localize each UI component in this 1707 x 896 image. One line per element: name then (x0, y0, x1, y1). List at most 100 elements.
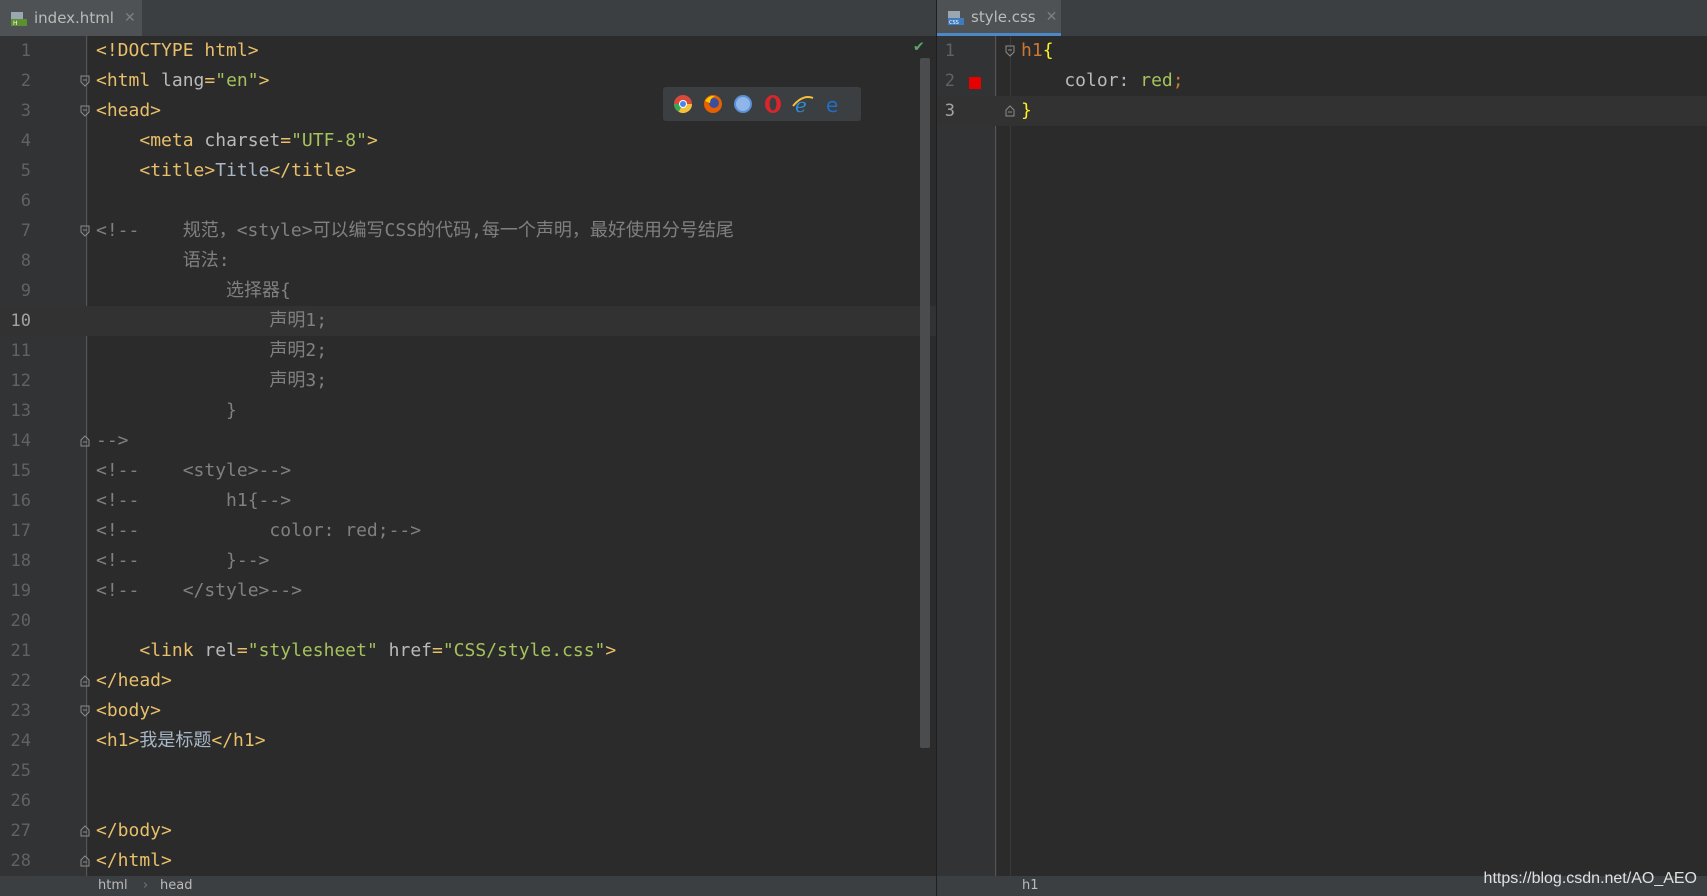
line-number[interactable]: 13 (0, 396, 31, 426)
line-number[interactable]: 7 (0, 216, 31, 246)
fold-marker-icon[interactable] (80, 75, 90, 87)
code-line[interactable]: 2 color: red; (937, 66, 1707, 96)
line-number[interactable]: 10 (0, 306, 31, 336)
line-number[interactable]: 3 (937, 96, 955, 126)
code-line[interactable]: 18 <!-- }--> (0, 546, 936, 576)
tab-style-css[interactable]: CSS style.css ✕ (937, 0, 1061, 36)
opera-icon[interactable] (761, 92, 785, 116)
line-number[interactable]: 12 (0, 366, 31, 396)
breadcrumb-h1[interactable]: h1 (1022, 878, 1039, 893)
safari-icon[interactable] (731, 92, 755, 116)
line-number[interactable]: 28 (0, 846, 31, 876)
code-line[interactable]: 7 <!-- 规范，<style>可以编写CSS的代码,每一个声明，最好使用分号结… (0, 216, 936, 246)
line-number[interactable]: 16 (0, 486, 31, 516)
svg-text:H: H (13, 20, 18, 27)
code-line[interactable]: 28 </html> (0, 846, 936, 876)
code-line[interactable]: 5 <title>Title</title> (0, 156, 936, 186)
code-line[interactable]: 25 (0, 756, 936, 786)
code-line[interactable]: 19 <!-- </style>--> (0, 576, 936, 606)
code-text: 声明3; (96, 370, 328, 391)
code-line[interactable]: 22 </head> (0, 666, 936, 696)
breadcrumb-head[interactable]: head (160, 878, 192, 893)
code-line[interactable]: 23 <body> (0, 696, 936, 726)
line-number[interactable]: 18 (0, 546, 31, 576)
firefox-icon[interactable] (701, 92, 725, 116)
line-number[interactable]: 15 (0, 456, 31, 486)
code-line[interactable]: 1 h1{ (937, 36, 1707, 66)
code-line[interactable]: 16 <!-- h1{--> (0, 486, 936, 516)
edge-icon[interactable]: e (821, 92, 845, 117)
fold-marker-icon[interactable] (80, 855, 90, 867)
code-editor[interactable]: 1 <!DOCTYPE html> 2 <html lang="en"> 3 <head>… (0, 36, 936, 876)
line-number[interactable]: 26 (0, 786, 31, 816)
code-line[interactable]: 13 } (0, 396, 936, 426)
line-number[interactable]: 20 (0, 606, 31, 636)
line-number[interactable]: 23 (0, 696, 31, 726)
chrome-icon[interactable] (671, 92, 695, 116)
code-text: </head> (96, 670, 172, 691)
code-text: <head> (96, 100, 162, 121)
code-line[interactable]: 17 <!-- color: red;--> (0, 516, 936, 546)
code-line[interactable]: 20 (0, 606, 936, 636)
line-number[interactable]: 22 (0, 666, 31, 696)
breadcrumb-separator: › (143, 878, 149, 893)
tab-index-html[interactable]: H index.html ✕ (0, 0, 142, 36)
line-number[interactable]: 19 (0, 576, 31, 606)
ie-icon[interactable]: e (791, 92, 815, 117)
code-text: <title>Title</title> (139, 160, 357, 181)
error-marker-icon[interactable] (969, 77, 981, 89)
fold-marker-icon[interactable] (1005, 45, 1015, 57)
code-line[interactable]: 12 声明3; (0, 366, 936, 396)
code-line[interactable]: 15 <!-- <style>--> (0, 456, 936, 486)
code-line[interactable]: 27 </body> (0, 816, 936, 846)
code-line[interactable]: 10 声明1; (0, 306, 936, 336)
breadcrumb-html[interactable]: html (98, 878, 128, 893)
line-number[interactable]: 2 (0, 66, 31, 96)
close-icon[interactable]: ✕ (1046, 9, 1058, 25)
code-text: } (1021, 100, 1032, 121)
line-number[interactable]: 2 (937, 66, 955, 96)
fold-marker-icon[interactable] (80, 435, 90, 447)
code-text: <!-- }--> (96, 550, 270, 571)
code-line[interactable]: 8 语法: (0, 246, 936, 276)
line-number[interactable]: 9 (0, 276, 31, 306)
code-line[interactable]: 14 --> (0, 426, 936, 456)
code-text: <!-- </style>--> (96, 580, 302, 601)
code-line[interactable]: 1 <!DOCTYPE html> (0, 36, 936, 66)
line-number[interactable]: 5 (0, 156, 31, 186)
line-number[interactable]: 11 (0, 336, 31, 366)
line-number[interactable]: 8 (0, 246, 31, 276)
line-number[interactable]: 21 (0, 636, 31, 666)
fold-marker-icon[interactable] (80, 105, 90, 117)
fold-marker-icon[interactable] (80, 705, 90, 717)
fold-marker-icon[interactable] (1005, 105, 1015, 117)
code-text: <!-- 规范，<style>可以编写CSS的代码,每一个声明，最好使用分号结尾 (96, 220, 734, 241)
line-number[interactable]: 24 (0, 726, 31, 756)
line-number[interactable]: 1 (937, 36, 955, 66)
fold-marker-icon[interactable] (80, 675, 90, 687)
line-number[interactable]: 25 (0, 756, 31, 786)
code-line[interactable]: 4 <meta charset="UTF-8"> (0, 126, 936, 156)
line-number[interactable]: 27 (0, 816, 31, 846)
line-number[interactable]: 6 (0, 186, 31, 216)
fold-marker-icon[interactable] (80, 825, 90, 837)
close-icon[interactable]: ✕ (124, 10, 136, 26)
code-editor[interactable]: 1 h1{2 color: red; 3} (937, 36, 1707, 876)
code-line[interactable]: 24 <h1>我是标题</h1> (0, 726, 936, 756)
line-number[interactable]: 3 (0, 96, 31, 126)
line-number[interactable]: 1 (0, 36, 31, 66)
code-line[interactable]: 3} (937, 96, 1707, 126)
code-line[interactable]: 21 <link rel="stylesheet" href="CSS/styl… (0, 636, 936, 666)
line-number[interactable]: 14 (0, 426, 31, 456)
fold-marker-icon[interactable] (80, 225, 90, 237)
right-editor-pane: CSS style.css ✕ 1 h1{2 color: red; 3} h1 h… (937, 0, 1707, 896)
code-line[interactable]: 26 (0, 786, 936, 816)
line-number[interactable]: 4 (0, 126, 31, 156)
code-line[interactable]: 9 选择器{ (0, 276, 936, 306)
line-number[interactable]: 17 (0, 516, 31, 546)
code-line[interactable]: 6 (0, 186, 936, 216)
vertical-scrollbar[interactable] (920, 58, 930, 748)
watermark-text: https://blog.csdn.net/AO_AEO (1483, 870, 1697, 887)
svg-text:e: e (826, 93, 838, 116)
code-line[interactable]: 11 声明2; (0, 336, 936, 366)
